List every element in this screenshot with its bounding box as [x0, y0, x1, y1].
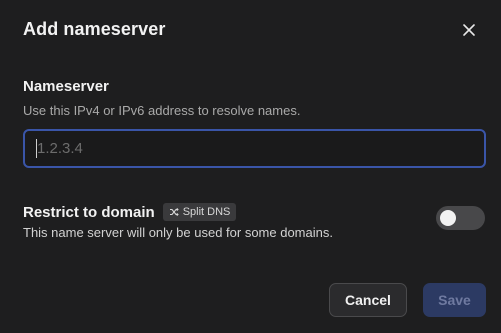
save-button[interactable]: Save [423, 283, 486, 317]
restrict-domain-label: Restrict to domain [23, 203, 155, 221]
split-dns-badge: Split DNS [162, 203, 237, 221]
shuffle-icon [169, 207, 179, 217]
toggle-knob [440, 210, 456, 226]
add-nameserver-dialog: Add nameserver Nameserver Use this IPv4 … [0, 0, 501, 333]
cancel-button[interactable]: Cancel [329, 283, 407, 317]
nameserver-helper-text: Use this IPv4 or IPv6 address to resolve… [23, 103, 301, 118]
dialog-title: Add nameserver [23, 19, 166, 39]
close-button[interactable] [458, 19, 480, 41]
close-icon [463, 24, 475, 36]
split-dns-badge-label: Split DNS [182, 206, 231, 218]
text-caret [36, 139, 37, 158]
nameserver-label: Nameserver [23, 78, 109, 95]
nameserver-input[interactable] [23, 129, 486, 168]
restrict-domain-toggle[interactable] [436, 206, 485, 230]
restrict-domain-header: Restrict to domain Split DNS [23, 203, 237, 221]
restrict-domain-description: This name server will only be used for s… [23, 225, 333, 240]
